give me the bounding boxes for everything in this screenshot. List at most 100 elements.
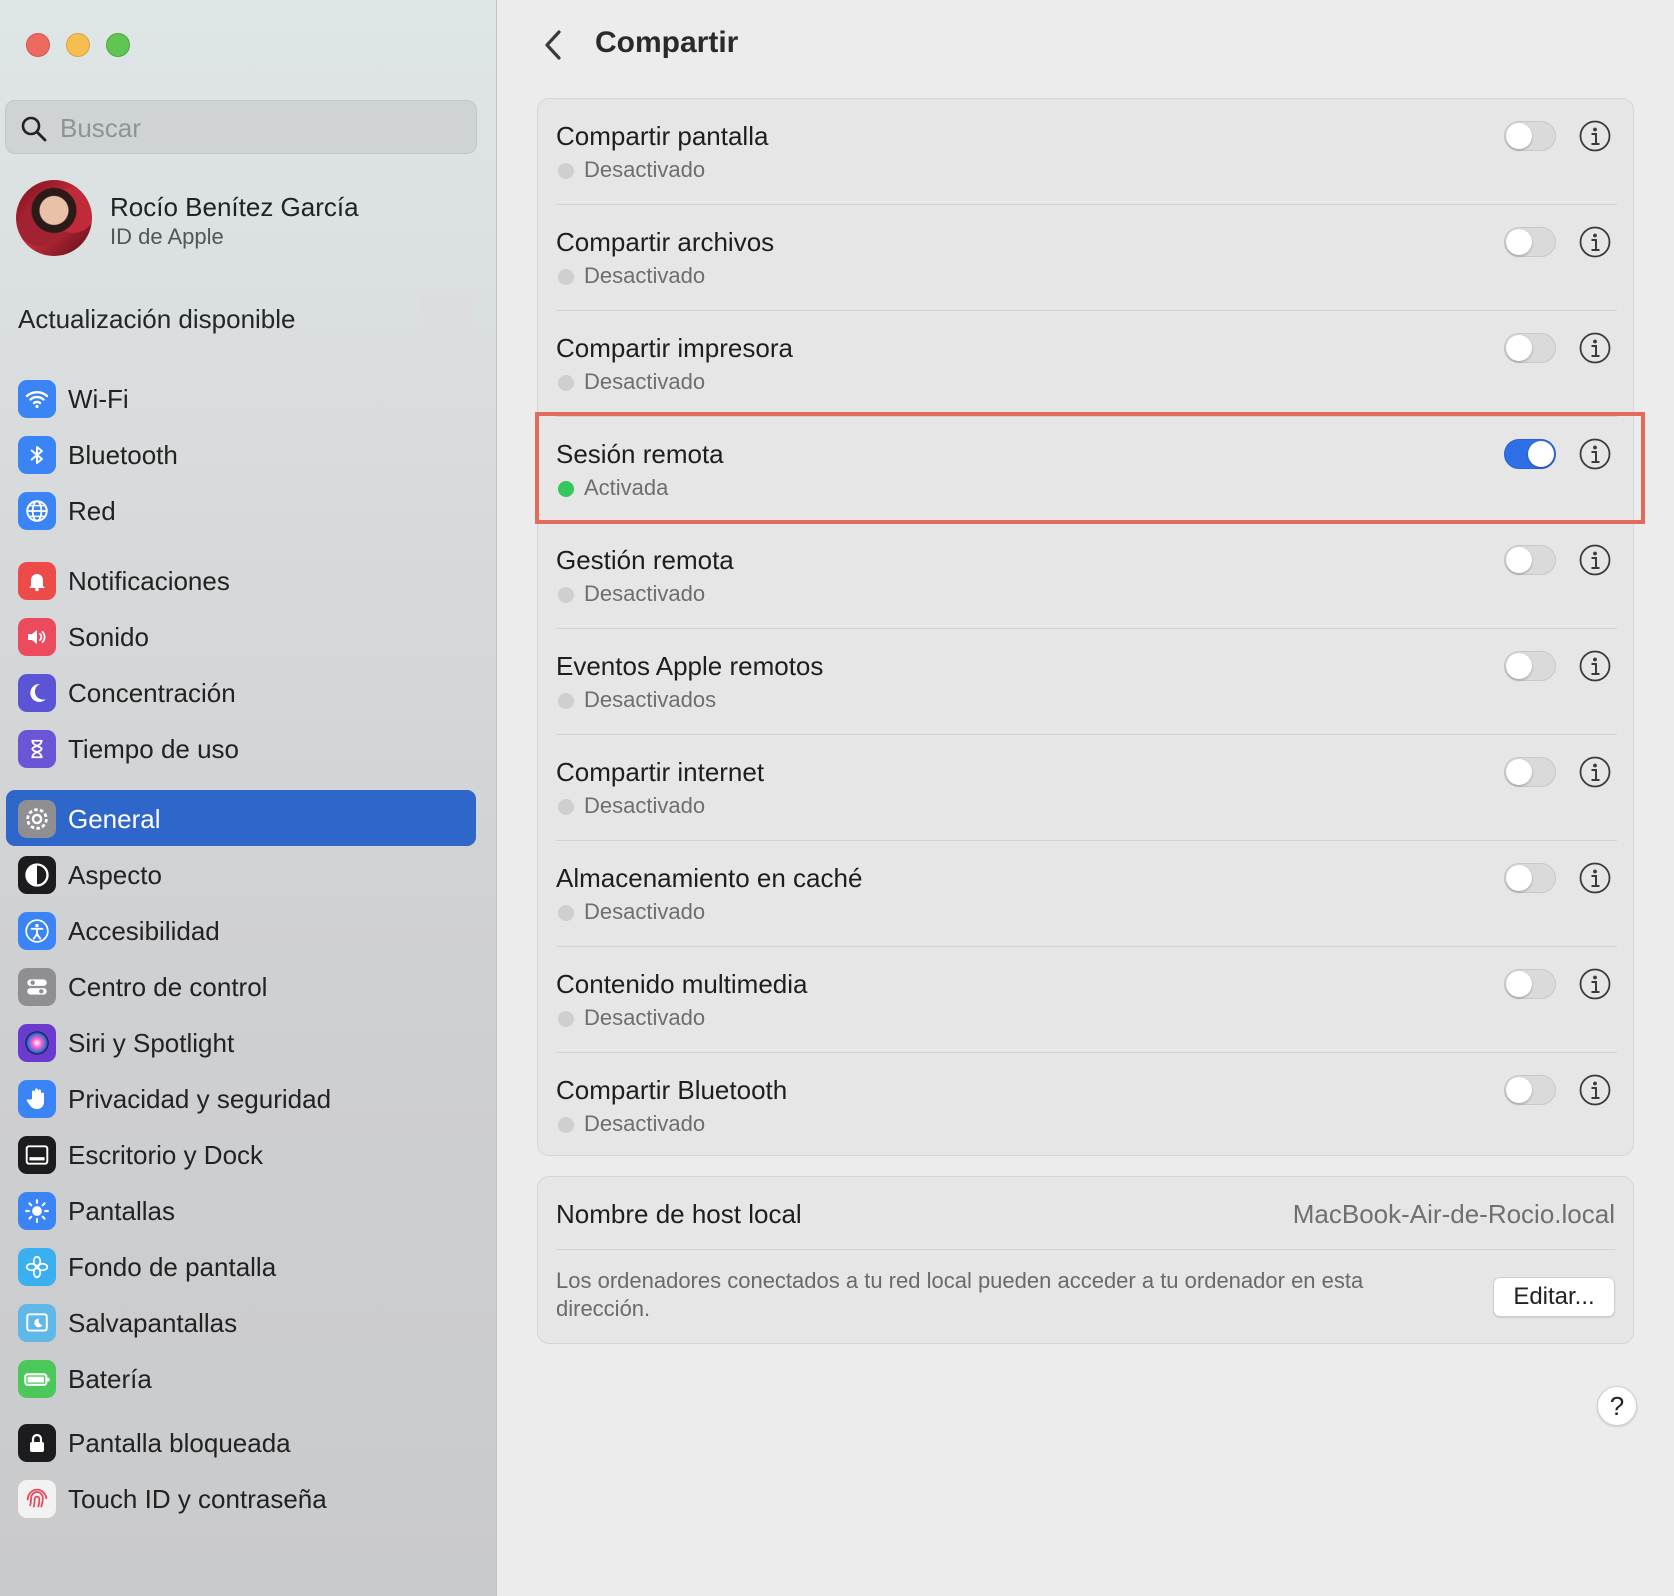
toggle-knob bbox=[1506, 971, 1532, 997]
sidebar-item-label: Accesibilidad bbox=[68, 916, 220, 946]
hand-icon bbox=[18, 1080, 56, 1118]
wifi-icon bbox=[18, 380, 56, 418]
minimize-window-button[interactable] bbox=[66, 33, 90, 57]
sidebar-item-wi-fi[interactable]: Wi-Fi bbox=[0, 370, 496, 426]
info-icon[interactable] bbox=[1578, 119, 1612, 153]
sidebar-item-label: Bluetooth bbox=[68, 440, 178, 470]
sidebar-item-pantalla-bloqueada[interactable]: Pantalla bloqueada bbox=[0, 1414, 496, 1470]
sidebar-item-tiempo-de-uso[interactable]: Tiempo de uso bbox=[0, 720, 496, 776]
sidebar-item-accesibilidad[interactable]: Accesibilidad bbox=[0, 902, 496, 958]
sidebar-item-label: Aspecto bbox=[68, 860, 162, 890]
sidebar-item-siri-y-spotlight[interactable]: Siri y Spotlight bbox=[0, 1014, 496, 1070]
gestion-remota-toggle[interactable] bbox=[1504, 545, 1556, 575]
zoom-window-button[interactable] bbox=[106, 33, 130, 57]
compartir-internet-toggle[interactable] bbox=[1504, 757, 1556, 787]
service-status: Desactivado bbox=[584, 1111, 706, 1136]
compartir-pantalla-toggle[interactable] bbox=[1504, 121, 1556, 151]
search-input[interactable] bbox=[58, 111, 462, 145]
compartir-impresora-toggle[interactable] bbox=[1504, 333, 1556, 363]
sidebar-item-concentracion[interactable]: Concentración bbox=[0, 664, 496, 720]
lock-icon bbox=[18, 1424, 56, 1462]
accessibility-icon bbox=[18, 912, 56, 950]
service-status: Desactivado bbox=[584, 793, 706, 818]
sidebar-item-label: Privacidad y seguridad bbox=[68, 1084, 332, 1114]
status-dot bbox=[558, 375, 574, 391]
sidebar-item-escritorio-y-dock[interactable]: Escritorio y Dock bbox=[0, 1126, 496, 1182]
edit-hostname-button[interactable]: Editar... bbox=[1493, 1277, 1615, 1317]
search-field[interactable] bbox=[5, 100, 477, 154]
info-icon[interactable] bbox=[1578, 861, 1612, 895]
service-title: Contenido multimedia bbox=[556, 969, 808, 999]
info-icon[interactable] bbox=[1578, 967, 1612, 1001]
sidebar-item-label: Tiempo de uso bbox=[68, 734, 240, 764]
sidebar-item-label: Salvapantallas bbox=[68, 1308, 238, 1338]
sharing-row-compartir-archivos: Compartir archivos Desactivado bbox=[538, 205, 1635, 311]
toggle-knob bbox=[1506, 547, 1532, 573]
info-icon[interactable] bbox=[1578, 225, 1612, 259]
search-icon bbox=[21, 116, 47, 142]
eventos-apple-remotos-toggle[interactable] bbox=[1504, 651, 1556, 681]
status-dot bbox=[558, 163, 574, 179]
sidebar-item-aspecto[interactable]: Aspecto bbox=[0, 846, 496, 902]
service-status: Desactivado bbox=[584, 369, 706, 394]
info-icon[interactable] bbox=[1578, 755, 1612, 789]
toggle-knob bbox=[1506, 865, 1532, 891]
sidebar-item-general[interactable]: General bbox=[0, 790, 496, 846]
sharing-row-contenido-multimedia: Contenido multimedia Desactivado bbox=[538, 947, 1635, 1053]
flower-icon bbox=[18, 1248, 56, 1286]
main-content: Compartir Compartir pantalla Desactivado C… bbox=[497, 0, 1674, 1596]
contenido-multimedia-toggle[interactable] bbox=[1504, 969, 1556, 999]
info-icon[interactable] bbox=[1578, 437, 1612, 471]
compartir-bluetooth-toggle[interactable] bbox=[1504, 1075, 1556, 1105]
close-window-button[interactable] bbox=[26, 33, 50, 57]
sharing-row-compartir-bluetooth: Compartir Bluetooth Desactivado bbox=[538, 1053, 1635, 1159]
sidebar-item-pantallas[interactable]: Pantallas bbox=[0, 1182, 496, 1238]
info-icon[interactable] bbox=[1578, 331, 1612, 365]
help-button[interactable]: ? bbox=[1597, 1386, 1637, 1426]
status-dot bbox=[558, 1011, 574, 1027]
sidebar-item-centro-de-control[interactable]: Centro de control bbox=[0, 958, 496, 1014]
sidebar-item-salvapantallas[interactable]: Salvapantallas bbox=[0, 1294, 496, 1350]
sidebar-item-privacidad-y-seguridad[interactable]: Privacidad y seguridad bbox=[0, 1070, 496, 1126]
info-icon[interactable] bbox=[1578, 543, 1612, 577]
sidebar-group: Notificaciones Sonido Concentración Tiempo … bbox=[0, 552, 496, 776]
software-update-label[interactable]: Actualización disponible bbox=[18, 304, 296, 335]
hourglass-icon bbox=[18, 730, 56, 768]
info-icon[interactable] bbox=[1578, 649, 1612, 683]
bluetooth-icon bbox=[18, 436, 56, 474]
sidebar-item-label: General bbox=[68, 804, 161, 834]
sidebar-item-bluetooth[interactable]: Bluetooth bbox=[0, 426, 496, 482]
sharing-row-almacenamiento-en-cache: Almacenamiento en caché Desactivado bbox=[538, 841, 1635, 947]
page-title: Compartir bbox=[595, 26, 739, 59]
sidebar-group: Wi-Fi Bluetooth Red bbox=[0, 370, 496, 538]
fingerprint-icon bbox=[18, 1480, 56, 1518]
sharing-services-panel: Compartir pantalla Desactivado Compartir a… bbox=[537, 98, 1634, 1156]
apple-id-profile[interactable]: Rocío Benítez García ID de Apple bbox=[16, 180, 486, 260]
sidebar-item-touch-id-y-contrasena[interactable]: Touch ID y contraseña bbox=[0, 1470, 496, 1526]
sidebar-group: General Aspecto Accesibilidad Centro de con… bbox=[0, 790, 496, 1126]
back-chevron-icon[interactable] bbox=[537, 26, 567, 64]
toggle-knob bbox=[1506, 229, 1532, 255]
sidebar-item-label: Siri y Spotlight bbox=[68, 1028, 235, 1058]
sidebar-item-sonido[interactable]: Sonido bbox=[0, 608, 496, 664]
sesion-remota-toggle[interactable] bbox=[1504, 439, 1556, 469]
sidebar-item-notificaciones[interactable]: Notificaciones bbox=[0, 552, 496, 608]
service-status: Desactivado bbox=[584, 263, 706, 288]
sidebar-item-red[interactable]: Red bbox=[0, 482, 496, 538]
almacenamiento-en-cache-toggle[interactable] bbox=[1504, 863, 1556, 893]
service-status: Desactivados bbox=[584, 687, 717, 712]
sidebar-item-label: Notificaciones bbox=[68, 566, 230, 596]
sidebar-item-label: Fondo de pantalla bbox=[68, 1252, 277, 1282]
service-title: Compartir impresora bbox=[556, 333, 793, 363]
compartir-archivos-toggle[interactable] bbox=[1504, 227, 1556, 257]
status-dot bbox=[558, 799, 574, 815]
sidebar-item-bateria[interactable]: Batería bbox=[0, 1350, 496, 1406]
sidebar-item-label: Batería bbox=[68, 1364, 152, 1394]
sidebar-item-fondo-de-pantalla[interactable]: Fondo de pantalla bbox=[0, 1238, 496, 1294]
bell-icon bbox=[18, 562, 56, 600]
service-status: Desactivado bbox=[584, 1005, 706, 1030]
toggle-knob bbox=[1528, 441, 1554, 467]
info-icon[interactable] bbox=[1578, 1073, 1612, 1107]
sidebar-item-label: Sonido bbox=[68, 622, 149, 652]
service-title: Compartir Bluetooth bbox=[556, 1075, 788, 1105]
